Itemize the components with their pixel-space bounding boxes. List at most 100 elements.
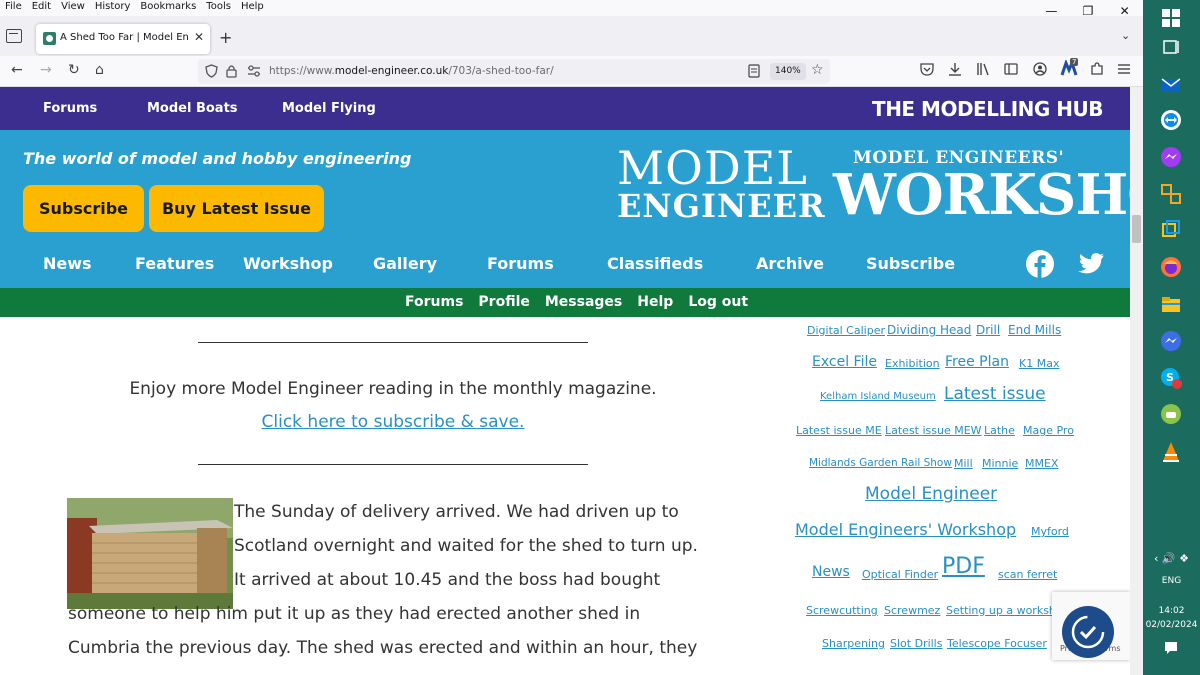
skype-icon[interactable]: S: [1159, 366, 1183, 390]
tag-link[interactable]: Myford: [1031, 525, 1069, 538]
messenger-icon-2[interactable]: [1159, 329, 1183, 353]
system-tray-icons[interactable]: ‹ 🔊 ❖: [1143, 552, 1200, 565]
nav-news[interactable]: News: [43, 254, 92, 273]
tag-link[interactable]: Kelham Island Museum: [820, 391, 936, 402]
tag-link[interactable]: Dividing Head: [887, 323, 971, 337]
user-link-help[interactable]: Help: [637, 294, 673, 310]
menu-help[interactable]: Help: [241, 1, 264, 12]
forward-button[interactable]: →: [40, 62, 52, 78]
tag-link[interactable]: End Mills: [1008, 323, 1061, 337]
extensions-puzzle-icon[interactable]: [1090, 62, 1104, 76]
subscribe-save-link[interactable]: Click here to subscribe & save.: [68, 412, 718, 432]
firefox-icon[interactable]: [1159, 255, 1183, 279]
tab-close-icon[interactable]: ✕: [194, 30, 204, 44]
windows-start-icon[interactable]: [1159, 6, 1183, 30]
task-view-icon[interactable]: [1159, 35, 1183, 59]
menu-edit[interactable]: Edit: [32, 1, 51, 12]
tag-link[interactable]: Midlands Garden Rail Show: [809, 457, 952, 469]
buy-latest-issue-button[interactable]: Buy Latest Issue: [149, 185, 324, 232]
tag-link[interactable]: Slot Drills: [890, 637, 942, 650]
url-text[interactable]: https://www.model-engineer.co.uk/703/a-s…: [269, 65, 554, 77]
hub-title[interactable]: THE MODELLING HUB: [872, 97, 1103, 121]
permissions-icon[interactable]: [247, 65, 261, 77]
tag-link[interactable]: MMEX: [1025, 457, 1058, 470]
tag-link[interactable]: Latest issue: [944, 384, 1046, 404]
cookie-consent-icon[interactable]: [1062, 606, 1114, 658]
file-explorer-icon[interactable]: [1159, 292, 1183, 316]
virtualbox-icon[interactable]: [1159, 218, 1183, 242]
page-scrollbar[interactable]: [1130, 87, 1143, 675]
menu-view[interactable]: View: [61, 1, 85, 12]
messenger-icon[interactable]: [1159, 145, 1183, 169]
tag-link[interactable]: Mill: [954, 457, 973, 470]
nav-gallery[interactable]: Gallery: [373, 254, 437, 273]
menu-history[interactable]: History: [95, 1, 131, 12]
subscribe-button[interactable]: Subscribe: [23, 185, 144, 232]
menu-file[interactable]: File: [5, 1, 22, 12]
lock-icon[interactable]: [226, 64, 237, 78]
menu-bookmarks[interactable]: Bookmarks: [140, 1, 196, 12]
tag-link[interactable]: Free Plan: [945, 354, 1009, 370]
tag-link[interactable]: Drill: [976, 323, 1000, 337]
tag-link[interactable]: Mage Pro: [1023, 424, 1074, 437]
tag-link[interactable]: Screwmez: [884, 604, 940, 617]
hamburger-menu-icon[interactable]: [1117, 62, 1131, 76]
nav-forums[interactable]: Forums: [487, 254, 554, 273]
tag-link[interactable]: Optical Finder: [862, 568, 938, 581]
bookmark-star-icon[interactable]: ☆: [811, 62, 824, 78]
new-tab-button[interactable]: +: [219, 28, 232, 47]
nav-subscribe[interactable]: Subscribe: [866, 254, 955, 273]
clock-date[interactable]: 02/02/2024: [1143, 620, 1200, 630]
hub-link-model-boats[interactable]: Model Boats: [147, 101, 238, 116]
tag-link[interactable]: Latest issue MEW: [885, 424, 982, 437]
library-icon[interactable]: [976, 62, 990, 76]
back-button[interactable]: ←: [11, 62, 23, 78]
tag-link[interactable]: Telescope Focuser: [947, 637, 1047, 650]
tag-link[interactable]: Sharpening: [822, 637, 885, 650]
tag-link[interactable]: Lathe: [984, 424, 1015, 437]
tag-link[interactable]: scan ferret: [998, 568, 1057, 581]
tag-link[interactable]: PDF: [942, 554, 985, 579]
hub-link-forums[interactable]: Forums: [43, 101, 97, 116]
tag-link[interactable]: Minnie: [982, 457, 1018, 470]
user-link-messages[interactable]: Messages: [545, 294, 622, 310]
pocket-icon[interactable]: [920, 62, 934, 76]
hub-link-model-flying[interactable]: Model Flying: [282, 101, 376, 116]
app-squares-icon[interactable]: [1159, 182, 1183, 206]
scrollbar-thumb[interactable]: [1132, 215, 1141, 243]
tracking-shield-icon[interactable]: [205, 64, 218, 78]
tab-manager-icon[interactable]: [6, 29, 22, 43]
tag-link[interactable]: Excel File: [812, 354, 877, 370]
language-indicator[interactable]: ENG: [1143, 576, 1200, 586]
user-link-forums[interactable]: Forums: [405, 294, 463, 310]
notifications-icon[interactable]: [1163, 640, 1179, 656]
clock-time[interactable]: 14:02: [1143, 606, 1200, 616]
android-app-icon[interactable]: [1159, 402, 1183, 426]
zoom-level-button[interactable]: 140%: [770, 63, 806, 80]
tag-link[interactable]: Model Engineers' Workshop: [795, 520, 1016, 539]
model-engineers-workshop-logo[interactable]: MODEL ENGINEERS' WORKSHOP: [833, 148, 1130, 223]
tag-link[interactable]: Screwcutting: [806, 604, 878, 617]
user-link-log-out[interactable]: Log out: [688, 294, 748, 310]
model-engineer-logo[interactable]: MODEL ENGINEER: [617, 145, 826, 224]
teamviewer-icon[interactable]: [1159, 108, 1183, 132]
tab-a-shed-too-far[interactable]: A Shed Too Far | Model Engineer ✕: [36, 24, 210, 54]
mail-icon[interactable]: [1159, 73, 1183, 97]
reader-view-icon[interactable]: [748, 64, 760, 78]
vlc-icon[interactable]: [1159, 440, 1183, 464]
user-link-profile[interactable]: Profile: [478, 294, 529, 310]
menu-tools[interactable]: Tools: [206, 1, 231, 12]
tag-link[interactable]: Model Engineer: [865, 484, 997, 504]
extension-icon[interactable]: 7: [1060, 58, 1080, 80]
nav-archive[interactable]: Archive: [756, 254, 824, 273]
facebook-icon[interactable]: [1026, 250, 1054, 278]
nav-workshop[interactable]: Workshop: [243, 254, 333, 273]
tag-link[interactable]: News: [812, 564, 850, 580]
tag-link[interactable]: Latest issue ME: [796, 424, 882, 437]
reload-button[interactable]: ↻: [68, 62, 80, 78]
nav-features[interactable]: Features: [135, 254, 214, 273]
twitter-icon[interactable]: [1077, 250, 1105, 278]
tag-link[interactable]: K1 Max: [1019, 357, 1059, 370]
tag-link[interactable]: Exhibition: [885, 357, 940, 370]
nav-classifieds[interactable]: Classifieds: [607, 254, 703, 273]
